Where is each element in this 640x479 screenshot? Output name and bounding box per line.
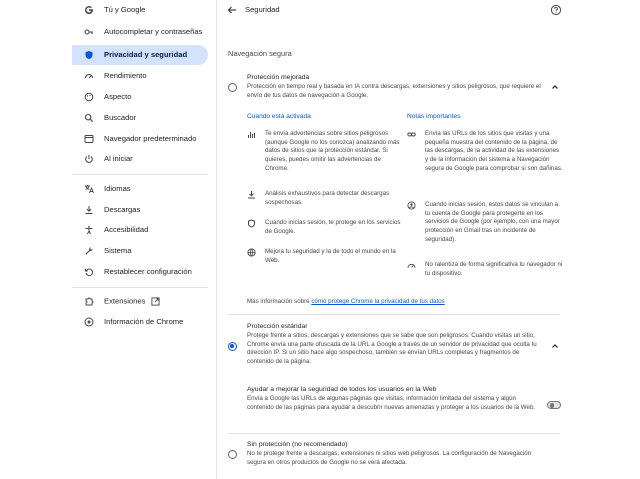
sidebar-item-default-browser[interactable]: Navegador predeterminado: [72, 131, 208, 147]
feature-text: Te envía advertencias sobre sitios pelig…: [265, 130, 400, 172]
sidebar: Tú y Google Autocompletar y contraseñas …: [0, 0, 216, 479]
enhanced-protection-radio[interactable]: [228, 83, 237, 92]
note-text: No ralentiza de forma significativa tu n…: [425, 261, 563, 277]
main-content: Seguridad Navegación segura Protección m…: [217, 0, 640, 479]
note-text: Envía las URLs de los sitios que visitas…: [425, 130, 563, 172]
accessibility-icon: [84, 225, 94, 235]
speed-icon: [407, 261, 416, 270]
sidebar-item-label: Tú y Google: [104, 5, 146, 14]
chart-icon: [247, 130, 256, 139]
sidebar-item-label-wrap: Extensiones: [104, 297, 204, 306]
google-g-icon: [84, 5, 94, 15]
download-icon: [247, 190, 256, 199]
standard-protection-title: Protección estándar: [247, 323, 308, 330]
sidebar-item-search-engine[interactable]: Buscador: [72, 110, 208, 126]
when-on-heading: Cuando está activada: [247, 113, 311, 120]
shield-icon: [84, 50, 94, 60]
page-header: Seguridad: [217, 0, 640, 20]
sidebar-item-label: Idiomas: [104, 184, 131, 193]
sidebar-item-about-chrome[interactable]: Información de Chrome: [72, 314, 208, 330]
learn-more-text: Más información sobre cómo protege Chrom…: [247, 298, 445, 305]
sidebar-item-privacy-security[interactable]: Privacidad y seguridad: [72, 45, 208, 65]
download-icon: [84, 205, 94, 215]
help-improve-toggle[interactable]: [547, 401, 561, 409]
reset-icon: [84, 267, 94, 277]
feature-text: Análisis exhaustivos para detectar desca…: [265, 190, 390, 206]
sidebar-item-label: Información de Chrome: [104, 317, 184, 326]
help-icon[interactable]: [550, 4, 562, 16]
page-title: Seguridad: [245, 5, 280, 14]
sidebar-item-label: Sistema: [104, 246, 132, 255]
sidebar-item-you-and-google[interactable]: Tú y Google: [72, 2, 208, 18]
chrome-icon: [84, 317, 94, 327]
sidebar-item-label: Privacidad y seguridad: [104, 50, 188, 59]
account-icon: [407, 201, 416, 210]
back-arrow-icon[interactable]: [226, 4, 238, 16]
power-icon: [84, 154, 94, 164]
sidebar-item-label: Autocompletar y contraseñas: [104, 27, 203, 36]
speedometer-icon: [84, 71, 94, 81]
sidebar-item-on-startup[interactable]: Al iniciar: [72, 151, 208, 167]
key-icon: [84, 27, 94, 37]
globe-icon: [247, 248, 256, 257]
sidebar-item-label: Extensiones: [104, 296, 146, 305]
sidebar-item-label: Restablecer configuración: [104, 267, 192, 276]
no-protection-title: Sin protección (no recomendado): [247, 441, 348, 448]
puzzle-icon: [84, 296, 94, 306]
help-improve-title: Ayudar a mejorar la seguridad de todos l…: [247, 386, 437, 393]
sidebar-item-label: Navegador predeterminado: [104, 134, 197, 143]
sidebar-item-label: Descargas: [104, 205, 141, 214]
feature-text: Mejora tu seguridad y la de todo el mund…: [265, 248, 396, 264]
translate-icon: [84, 184, 94, 194]
sidebar-divider: [72, 287, 208, 288]
section-divider: [228, 433, 560, 434]
sidebar-item-label: Aspecto: [104, 92, 132, 101]
sidebar-item-label: Buscador: [104, 113, 137, 122]
open-in-new-icon: [151, 296, 160, 306]
standard-protection-desc: Protege frente a sitios, descargas y ext…: [247, 332, 537, 366]
sidebar-item-languages[interactable]: Idiomas: [72, 181, 208, 197]
wrench-icon: [84, 246, 94, 256]
sidebar-item-extensions[interactable]: Extensiones: [72, 293, 208, 309]
sidebar-item-system[interactable]: Sistema: [72, 243, 208, 259]
sidebar-item-performance[interactable]: Rendimiento: [72, 68, 208, 84]
section-divider: [228, 314, 560, 315]
standard-protection-radio[interactable]: [228, 342, 237, 351]
no-protection-radio[interactable]: [228, 450, 237, 459]
note-text: Cuando inicias sesión, estos datos se vi…: [425, 201, 560, 243]
sidebar-item-accessibility[interactable]: Accesibilidad: [72, 222, 208, 238]
sidebar-item-appearance[interactable]: Aspecto: [72, 89, 208, 105]
no-protection-desc: No te protege frente a descargas, extens…: [247, 450, 532, 466]
sidebar-item-reset[interactable]: Restablecer configuración: [72, 264, 208, 280]
privacy-link[interactable]: cómo protege Chrome la privacidad de tus…: [311, 298, 444, 305]
enhanced-protection-desc: Protección en tiempo real y basada en IA…: [247, 83, 541, 99]
sidebar-item-autofill[interactable]: Autocompletar y contraseñas: [72, 22, 208, 42]
chevron-up-icon[interactable]: [551, 342, 559, 350]
sidebar-divider: [72, 174, 208, 175]
sidebar-item-downloads[interactable]: Descargas: [72, 202, 208, 218]
notes-heading: Notas importantes: [407, 113, 461, 120]
sidebar-item-label: Rendimiento: [104, 71, 147, 80]
enhanced-protection-title: Protección mejorada: [247, 74, 310, 81]
sidebar-item-label: Al iniciar: [104, 154, 133, 163]
link-icon: [407, 130, 416, 139]
palette-icon: [84, 92, 94, 102]
help-improve-desc: Envía a Google las URLs de algunas págin…: [247, 395, 536, 411]
section-title: Navegación segura: [228, 49, 292, 58]
browser-icon: [84, 134, 94, 144]
sidebar-item-label: Accesibilidad: [104, 225, 149, 234]
learn-more-prefix: Más información sobre: [247, 298, 312, 305]
feature-text: Cuando inicias sesión, te protege en los…: [265, 219, 401, 235]
chevron-up-icon[interactable]: [551, 83, 559, 91]
search-icon: [84, 113, 94, 123]
shield-icon: [247, 219, 256, 228]
